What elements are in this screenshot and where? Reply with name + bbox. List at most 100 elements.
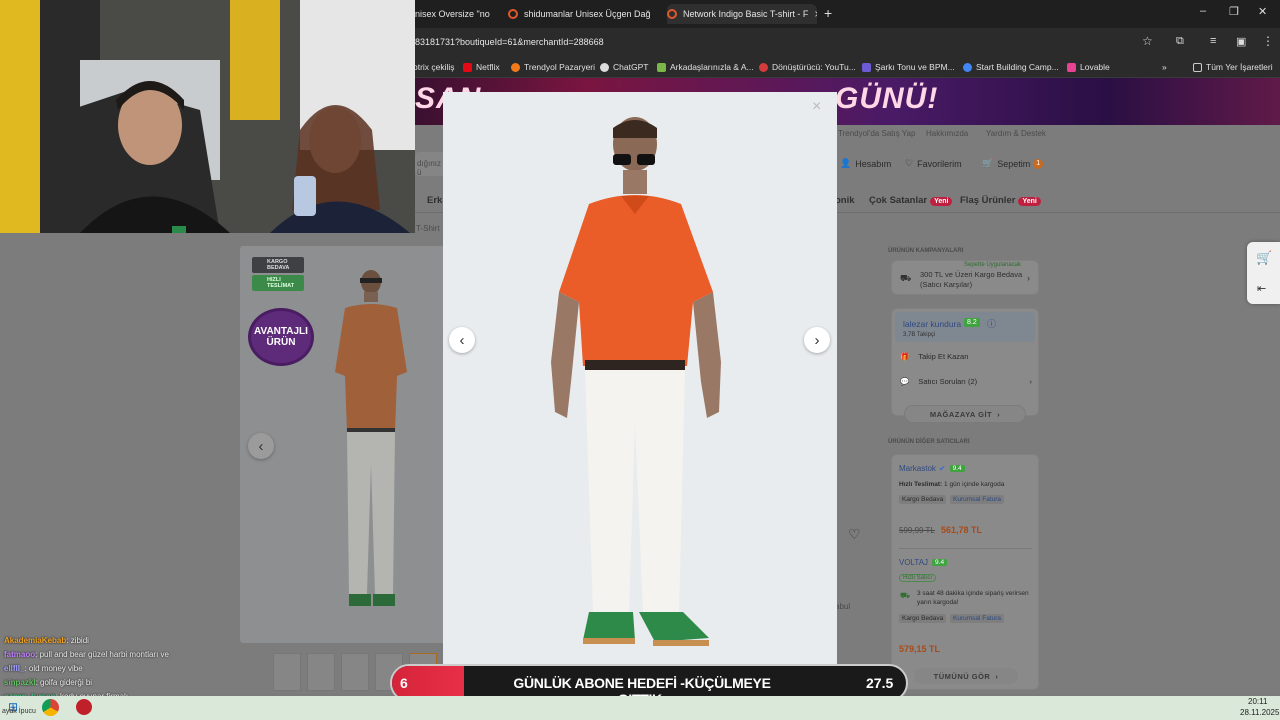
product-image[interactable]: KARGO BEDAVA HIZLI TESLİMAT AVANTAJLI ÜR… <box>240 246 445 643</box>
top-link[interactable]: Yardım & Destek <box>986 129 1046 138</box>
bookmarks-more-button[interactable]: » <box>1162 60 1167 74</box>
image-lightbox: × ‹ › <box>443 92 837 668</box>
cart-count-badge: 1 <box>1033 158 1044 169</box>
seller-card: lalezar kundura 8.2 ⓘ 3,7B Takipçi 🎁 Taki… <box>891 308 1039 416</box>
thumbnail[interactable] <box>307 653 335 691</box>
bookmark-item[interactable]: Start Building Camp... <box>963 60 1059 74</box>
search-input[interactable]: dığınız ü <box>415 152 445 177</box>
cargo-badge: KARGO BEDAVA <box>252 257 304 273</box>
thumbnail[interactable] <box>273 653 301 691</box>
figure-icon <box>657 62 666 72</box>
favorite-heart-icon[interactable]: ♡ <box>848 526 861 543</box>
trendyol-favicon-icon <box>667 9 677 19</box>
close-window-button[interactable]: ✕ <box>1258 5 1267 18</box>
restore-button[interactable]: ❐ <box>1229 5 1239 18</box>
partial-link[interactable]: abul <box>835 602 850 611</box>
seller-questions-link[interactable]: 💬 Satıcı Soruları (2) › <box>900 377 1032 386</box>
follow-link[interactable]: 🎁 Takip Et Kazan <box>900 352 968 361</box>
truck-icon: ⛟ <box>900 273 912 283</box>
see-all-button[interactable]: TÜMÜNÜ GÖR › <box>914 668 1018 684</box>
top-link[interactable]: Hakkımızda <box>926 129 968 138</box>
clock-date: 28.11.2025 <box>1240 708 1280 717</box>
menu-icon[interactable]: ⋮ <box>1262 34 1274 48</box>
v-icon <box>862 62 871 72</box>
top-link[interactable]: Trendyol'da Satış Yap <box>838 129 915 138</box>
nav-item[interactable]: Çok Satanlar Yeni <box>869 195 953 206</box>
info-icon: ⓘ <box>987 319 997 329</box>
converter-icon <box>759 62 768 72</box>
favorites-link[interactable]: ♡ Favorilerim <box>905 158 962 169</box>
bookmark-item[interactable]: Dönüştürücü: YouTu... <box>759 60 856 74</box>
tag: Kurumsal Fatura <box>950 495 1005 504</box>
prev-image-button[interactable]: ‹ <box>248 433 274 459</box>
other-sellers-title: ÜRÜNÜN DİĞER SATICILARI <box>888 439 970 445</box>
nav-item[interactable]: Erk <box>427 195 442 206</box>
close-tab-icon[interactable]: × <box>490 7 495 21</box>
cart-icon[interactable]: 🛒 <box>1256 250 1272 266</box>
new-badge: Yeni <box>930 197 953 206</box>
new-tab-button[interactable]: + <box>824 5 832 21</box>
new-badge: Yeni <box>1018 197 1041 206</box>
browser-tab-active[interactable]: Network Indigo Basic T-shirt - F × <box>667 4 817 24</box>
heart-icon: ♡ <box>905 158 914 168</box>
bookmark-item[interactable]: Netflix <box>463 60 500 74</box>
webcam-feed <box>0 0 415 233</box>
seller-header[interactable]: lalezar kundura 8.2 ⓘ 3,7B Takipçi <box>895 312 1035 342</box>
user-icon: 👤 <box>840 158 852 168</box>
chat-icon: 💬 <box>900 377 910 386</box>
close-lightbox-button[interactable]: × <box>812 98 821 116</box>
bookmark-item[interactable]: Trendyol Pazaryeri <box>511 60 595 74</box>
lightbox-model-photo <box>551 117 721 646</box>
old-price: 599,99 TL <box>899 526 935 535</box>
verified-icon: ✔ <box>938 464 946 473</box>
delivery-info: Hızlı Teslimat: 1 gün içinde kargoda <box>899 481 1005 488</box>
thumbnail[interactable] <box>341 653 369 691</box>
seller-link[interactable]: VOLTAJ 9.4 <box>899 558 948 567</box>
account-link[interactable]: 👤 Hesabım <box>840 158 891 169</box>
media-icon[interactable]: ≡ <box>1210 35 1216 47</box>
seller-link[interactable]: Markastok ✔ 9.4 <box>899 464 965 473</box>
chevron-right-icon: › <box>1029 377 1033 386</box>
chrome-icon[interactable] <box>42 699 59 716</box>
all-bookmarks-button[interactable]: Tüm Yer İşaretleri <box>1193 60 1273 74</box>
campaign-card[interactable]: Sepette Uygulanacak ⛟ 300 TL ve Üzeri Ka… <box>891 260 1039 295</box>
tag: Kurumsal Fatura <box>950 614 1005 623</box>
netflix-icon <box>463 62 472 72</box>
tab-title: shidumanlar Unisex Üçgen Dağ <box>524 9 651 19</box>
cart-link[interactable]: 🛒 Sepetim 1 <box>982 158 1044 169</box>
browser-tab[interactable]: nisex Oversize "no × <box>415 4 495 24</box>
bookmark-item[interactable]: Arkadaşlarınızla & A... <box>657 60 754 74</box>
lightbox-next-button[interactable]: › <box>804 327 830 353</box>
campaign-tag: Sepette Uygulanacak <box>964 262 1022 268</box>
goal-current: 6 <box>400 675 408 691</box>
nav-item[interactable]: Flaş Ürünler Yeni <box>960 195 1041 206</box>
bookmark-item[interactable]: otrix çekiliş <box>413 60 455 74</box>
close-tab-icon[interactable]: × <box>651 7 656 21</box>
url-field[interactable]: 83181731?boutiqueId=61&merchantId=288668 <box>415 37 604 47</box>
google-icon <box>963 62 972 72</box>
bookmark-item[interactable]: ChatGPT <box>600 60 648 74</box>
app-icon[interactable] <box>76 699 92 715</box>
star-icon[interactable]: ☆ <box>1142 34 1153 48</box>
tag: Kargo Bedava <box>899 495 947 504</box>
webcam-overlay <box>0 0 415 233</box>
folder-icon <box>1193 62 1202 72</box>
seller-name: lalezar kundura <box>903 319 962 329</box>
bookmark-item[interactable]: Şarkı Tonu ve BPM... <box>862 60 955 74</box>
chat-message: AkademiaKebab: zibidi <box>4 636 89 645</box>
model-photo <box>335 270 407 606</box>
chevron-right-icon: › <box>997 409 1001 419</box>
campaigns-title: ÜRÜNÜN KAMPANYALARI <box>888 248 964 254</box>
lightbox-prev-button[interactable]: ‹ <box>449 327 475 353</box>
close-tab-icon[interactable]: × <box>808 7 817 21</box>
nav-item[interactable]: onik <box>835 195 855 206</box>
store-button[interactable]: MAĞAZAYA GİT › <box>904 405 1026 423</box>
breadcrumb[interactable]: T-Shirt <box>416 224 440 233</box>
browser-tab[interactable]: shidumanlar Unisex Üçgen Dağ × <box>508 4 656 24</box>
price: 561,78 TL <box>941 525 983 535</box>
compare-icon[interactable]: ⇤ <box>1257 282 1266 295</box>
minimize-button[interactable]: – <box>1200 5 1206 17</box>
bookmark-item[interactable]: Lovable <box>1067 60 1110 74</box>
profile-icon[interactable]: ▣ <box>1236 35 1246 48</box>
extensions-icon[interactable]: ⧉ <box>1176 35 1184 48</box>
